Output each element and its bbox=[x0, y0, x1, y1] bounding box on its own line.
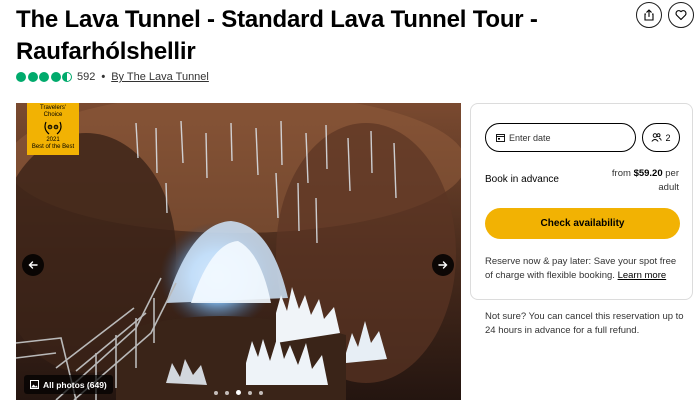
date-picker[interactable]: Enter date bbox=[485, 123, 636, 152]
save-button[interactable] bbox=[668, 2, 694, 28]
carousel-dot[interactable] bbox=[248, 390, 252, 395]
rating-bubble bbox=[16, 72, 26, 82]
rating-bubble-half bbox=[62, 72, 72, 82]
rating-row: 592 • By The Lava Tunnel bbox=[16, 69, 209, 85]
carousel-dot[interactable] bbox=[259, 390, 263, 395]
share-button[interactable] bbox=[636, 2, 662, 28]
learn-more-link[interactable]: Learn more bbox=[618, 270, 667, 281]
all-photos-button[interactable]: All photos (649) bbox=[24, 375, 113, 394]
review-count[interactable]: 592 bbox=[77, 71, 95, 83]
price-value: $59.20 bbox=[633, 168, 663, 179]
carousel-dot[interactable] bbox=[225, 390, 229, 395]
carousel-dot[interactable] bbox=[214, 390, 218, 395]
badge-line2: Choice bbox=[43, 112, 63, 118]
image-icon bbox=[30, 380, 39, 389]
price-info: from $59.20 per adult bbox=[589, 167, 679, 195]
booking-card: Enter date 2 Book in advance from $59.20… bbox=[470, 103, 693, 300]
reserve-note: Reserve now & pay later: Save your spot … bbox=[485, 255, 683, 283]
cave-photo bbox=[16, 103, 461, 400]
arrow-right-icon bbox=[438, 261, 448, 269]
travelers-choice-badge: Travelers' Choice 2021 Best of the Best bbox=[27, 103, 79, 155]
date-placeholder: Enter date bbox=[509, 132, 551, 143]
previous-photo-button[interactable] bbox=[22, 254, 44, 276]
page-title: The Lava Tunnel - Standard Lava Tunnel T… bbox=[16, 6, 538, 65]
badge-line3: Best of the Best bbox=[31, 144, 75, 150]
arrow-left-icon bbox=[28, 261, 38, 269]
rating-bubble bbox=[27, 72, 38, 82]
next-photo-button[interactable] bbox=[432, 254, 454, 276]
calendar-icon bbox=[496, 134, 505, 142]
rating-bubble bbox=[50, 72, 61, 82]
price-prefix: from bbox=[611, 168, 634, 179]
hero-image[interactable]: Travelers' Choice 2021 Best of the Best … bbox=[16, 103, 461, 400]
guests-selector[interactable]: 2 bbox=[642, 123, 680, 152]
laurel-icon bbox=[44, 121, 62, 135]
rating-bubble bbox=[39, 72, 49, 82]
rating-bubbles bbox=[16, 72, 72, 82]
carousel-dot-active[interactable] bbox=[236, 390, 241, 395]
separator: • bbox=[101, 71, 106, 83]
check-availability-button[interactable]: Check availability bbox=[485, 208, 680, 239]
guests-count: 2 bbox=[665, 132, 671, 143]
book-in-advance-label: Book in advance bbox=[485, 174, 559, 185]
cancellation-note: Not sure? You can cancel this reservatio… bbox=[485, 311, 684, 336]
badge-year: 2021 bbox=[46, 137, 60, 143]
badge-line1: Travelers' bbox=[40, 105, 66, 111]
share-icon bbox=[644, 9, 654, 21]
heart-icon bbox=[675, 10, 687, 21]
all-photos-label: All photos (649) bbox=[43, 379, 107, 390]
carousel-dots bbox=[214, 390, 263, 395]
operator-link[interactable]: By The Lava Tunnel bbox=[111, 71, 209, 83]
people-icon bbox=[651, 133, 663, 142]
